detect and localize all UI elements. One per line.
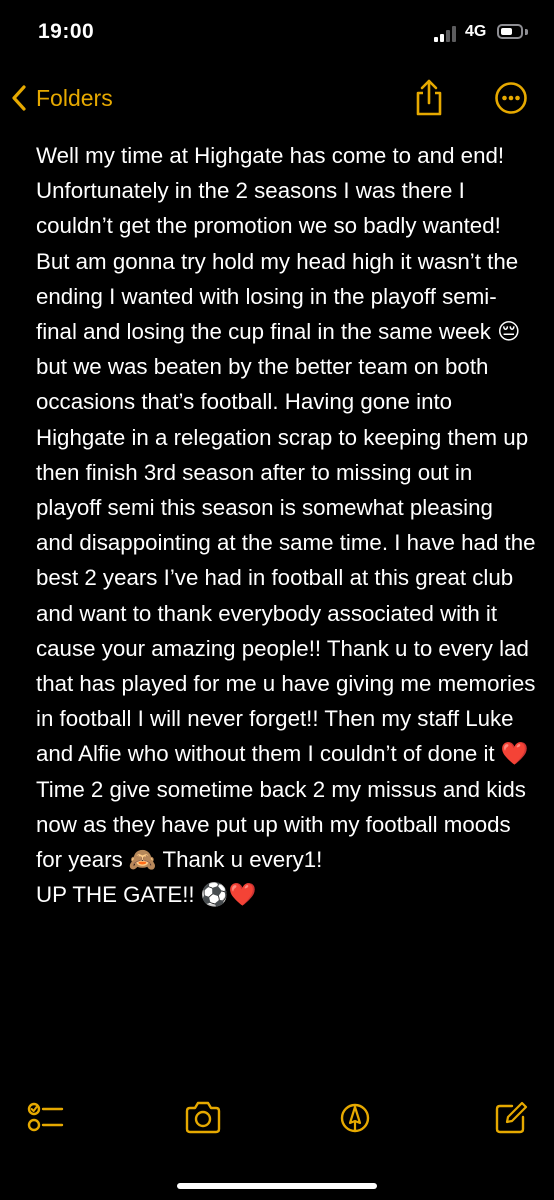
ellipsis-circle-icon [495,82,527,114]
cellular-signal-icon [434,24,460,42]
back-label: Folders [36,84,113,111]
new-note-button[interactable] [493,1098,533,1138]
compose-icon [495,1101,528,1134]
markup-button[interactable] [339,1098,379,1138]
checklist-button[interactable] [26,1098,66,1138]
back-to-folders-button[interactable]: Folders [10,80,113,116]
camera-icon [185,1101,221,1134]
battery-icon [497,24,523,39]
note-text[interactable]: Well my time at Highgate has come to and… [36,138,536,912]
share-button[interactable] [412,78,446,118]
status-bar: 19:00 4G [0,0,554,68]
bottom-toolbar [0,1092,554,1144]
markup-icon [340,1103,370,1133]
chevron-left-icon [12,85,26,111]
status-time: 19:00 [38,20,95,43]
checklist-icon [27,1102,64,1132]
network-type: 4G [465,23,487,40]
camera-button[interactable] [183,1098,223,1138]
share-icon [416,79,442,116]
more-options-button[interactable] [494,81,528,115]
battery-level [501,28,512,35]
home-indicator[interactable] [177,1183,377,1189]
battery-nub [525,29,528,35]
